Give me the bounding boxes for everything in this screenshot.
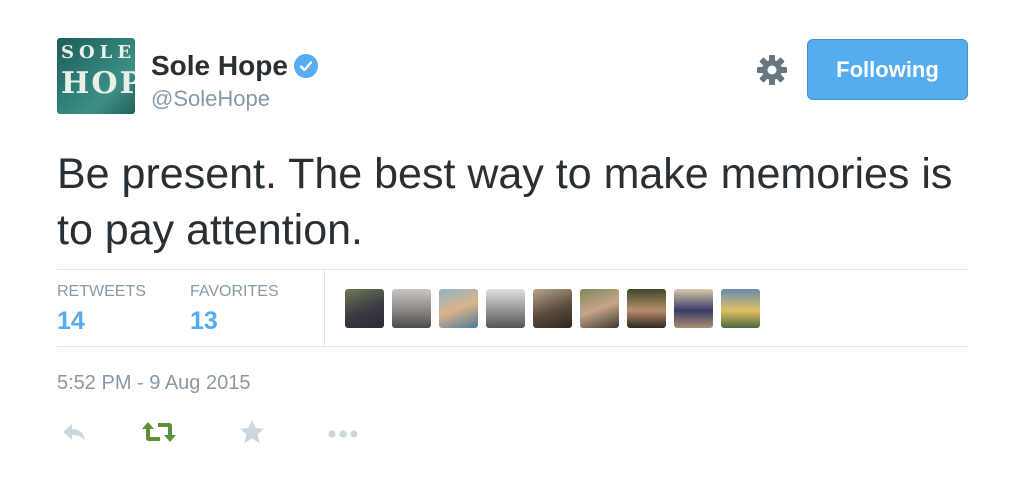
favoriter-avatar[interactable] xyxy=(345,289,384,328)
more-icon[interactable] xyxy=(327,418,359,451)
profile-avatar[interactable]: SOLE HOPE xyxy=(57,38,135,114)
favoriters-avatars xyxy=(345,289,760,328)
reply-icon[interactable] xyxy=(60,418,88,451)
favoriter-avatar[interactable] xyxy=(674,289,713,328)
favorites-label[interactable]: FAVORITES xyxy=(190,283,279,301)
gear-icon[interactable] xyxy=(754,52,790,88)
profile-name-row[interactable]: Sole Hope xyxy=(151,50,318,82)
favoriter-avatar[interactable] xyxy=(392,289,431,328)
avatar-text-bottom: HOPE xyxy=(61,66,135,101)
favoriter-avatar[interactable] xyxy=(439,289,478,328)
favoriter-avatar[interactable] xyxy=(533,289,572,328)
favoriter-avatar[interactable] xyxy=(580,289,619,328)
avatar-text-top: SOLE xyxy=(61,42,135,63)
star-icon[interactable] xyxy=(238,418,266,451)
retweets-label[interactable]: RETWEETS xyxy=(57,283,146,301)
retweets-count[interactable]: 14 xyxy=(57,307,85,336)
retweet-icon[interactable] xyxy=(141,418,177,451)
following-button[interactable]: Following xyxy=(807,39,968,100)
tweet-text: Be present. The best way to make memorie… xyxy=(57,150,953,254)
favoriter-avatar[interactable] xyxy=(627,289,666,328)
favoriter-avatar[interactable] xyxy=(721,289,760,328)
tweet-timestamp[interactable]: 5:52 PM - 9 Aug 2015 xyxy=(57,372,250,395)
favorites-count[interactable]: 13 xyxy=(190,307,218,336)
divider-bottom xyxy=(57,346,969,347)
divider-top xyxy=(57,269,969,270)
favoriter-avatar[interactable] xyxy=(486,289,525,328)
profile-name[interactable]: Sole Hope xyxy=(151,50,288,82)
profile-handle[interactable]: @SoleHope xyxy=(151,86,270,112)
verified-badge-icon xyxy=(293,54,318,78)
stats-divider xyxy=(324,270,325,346)
